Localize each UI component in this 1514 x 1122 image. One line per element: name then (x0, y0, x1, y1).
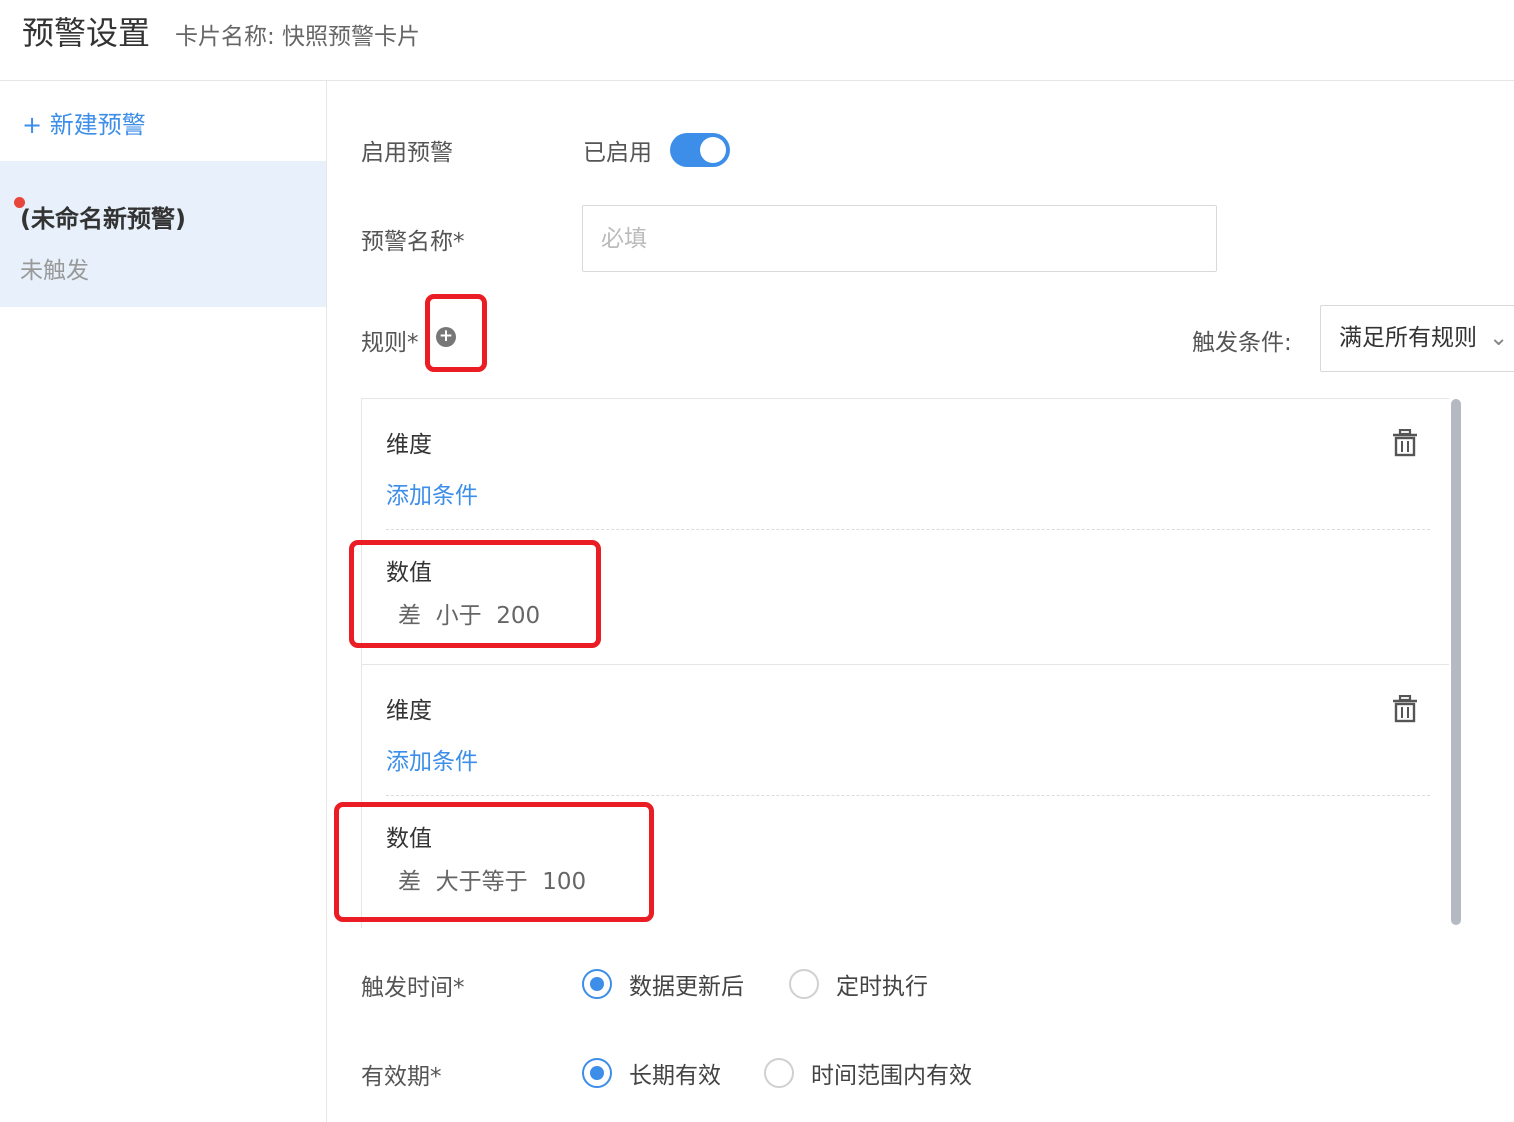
trash-icon[interactable] (1392, 429, 1418, 457)
rules-scrollbar[interactable] (1451, 399, 1461, 925)
page-header: 预警设置 卡片名称: 快照预警卡片 (0, 0, 1514, 81)
highlight-box-value-2 (334, 802, 654, 922)
toggle-knob (700, 137, 726, 163)
rule-separator (386, 795, 1430, 796)
highlight-box-add-rule (425, 294, 487, 372)
alert-item-name: (未命名新预警) (20, 205, 186, 233)
trigger-condition-label: 触发条件: (1192, 330, 1292, 356)
rule-separator (386, 529, 1430, 530)
validity-option-label[interactable]: 长期有效 (629, 1056, 721, 1090)
trigger-condition-value: 满足所有规则 (1339, 325, 1477, 351)
enable-alert-label: 启用预警 (361, 140, 453, 166)
trash-icon[interactable] (1392, 695, 1418, 723)
add-condition-link[interactable]: 添加条件 (386, 742, 478, 776)
validity-option-label[interactable]: 时间范围内有效 (811, 1056, 972, 1090)
dimension-label: 维度 (386, 432, 432, 458)
rules-label: 规则* (361, 330, 419, 356)
alert-list-item[interactable]: (未命名新预警) 未触发 (0, 161, 326, 307)
highlight-box-value-1 (349, 540, 601, 648)
alert-form: 启用预警 已启用 预警名称* 规则* + 触发条件: 满足所有规则⌄ 维度 添加… (327, 81, 1514, 1122)
trigger-time-label: 触发时间* (361, 975, 465, 1001)
trigger-condition-select[interactable]: 满足所有规则 ⌄ (1320, 305, 1514, 372)
trigger-time-radio-scheduled[interactable] (789, 969, 819, 999)
card-name-subtitle: 卡片名称: 快照预警卡片 (175, 24, 421, 50)
alert-name-input[interactable] (582, 205, 1217, 272)
validity-label: 有效期* (361, 1064, 442, 1090)
dimension-label: 维度 (386, 698, 432, 724)
trigger-time-option-label[interactable]: 数据更新后 (629, 967, 744, 1001)
alert-sidebar: + 新建预警 (未命名新预警) 未触发 (0, 81, 327, 1122)
chevron-down-icon: ⌄ (1489, 325, 1509, 351)
alert-name-label: 预警名称* (361, 229, 465, 255)
validity-radio-long-term[interactable] (582, 1058, 612, 1088)
new-alert-button[interactable]: + 新建预警 (22, 105, 146, 140)
trigger-time-radio-after-update[interactable] (582, 969, 612, 999)
trigger-time-option-label[interactable]: 定时执行 (836, 967, 928, 1001)
validity-radio-time-range[interactable] (764, 1058, 794, 1088)
alert-item-state: 未触发 (20, 258, 89, 284)
enable-alert-toggle[interactable] (670, 133, 730, 167)
page-title: 预警设置 (22, 14, 151, 52)
enable-status-text: 已启用 (583, 140, 652, 166)
add-condition-link[interactable]: 添加条件 (386, 476, 478, 510)
